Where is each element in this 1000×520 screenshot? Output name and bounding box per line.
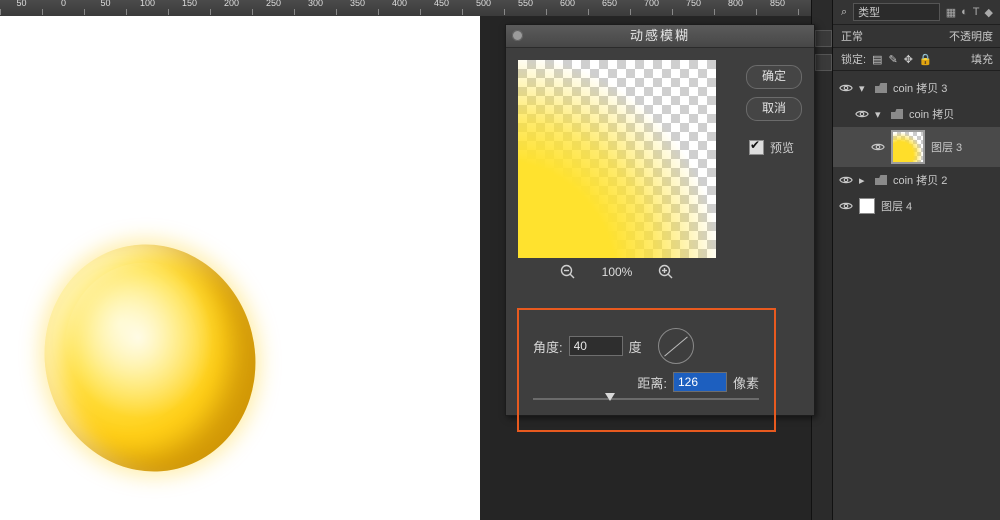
disclosure-triangle-icon[interactable]: ▸ [859,174,869,187]
effect-preview[interactable] [518,60,716,258]
layer-name[interactable]: 图层 4 [881,198,912,214]
layer-filter-bar: ⌕ 类型 ▦ ◐ T ◆ [833,0,1000,25]
ruler-tick: 700 [630,9,672,15]
ruler-tick: 800 [714,9,756,15]
preview-label: 预览 [770,139,794,156]
dialog-titlebar[interactable]: 动感模糊 [506,25,814,48]
ruler-tick: 850 [756,9,798,15]
layer-name[interactable]: 图层 3 [931,139,962,155]
filter-text-icon[interactable]: T [973,6,980,19]
blend-row: 正常 不透明度 [833,25,1000,48]
layer-row[interactable]: ▾ coin 拷贝 3 [833,75,1000,101]
distance-slider[interactable] [533,398,759,400]
kind-selector-label: 类型 [858,4,880,20]
lock-row: 锁定: ▤ ✎ ✥ 🔒 填充 [833,48,1000,71]
ruler-tick: 300 [294,9,336,15]
zoom-level: 100% [602,265,633,279]
slider-knob[interactable] [605,393,615,401]
visibility-eye-icon[interactable] [871,140,885,154]
angle-label: 角度: [533,337,563,356]
cancel-button[interactable]: 取消 [746,97,802,121]
angle-unit: 度 [629,337,642,356]
folder-icon [891,109,903,119]
ruler-tick: 500 [462,9,504,15]
collapsed-panel-icon[interactable] [815,30,832,47]
layer-thumbnail[interactable] [859,198,875,214]
layer-thumbnail[interactable] [891,130,925,164]
layer-name[interactable]: coin 拷贝 [909,106,954,122]
folder-icon [875,175,887,185]
document-canvas[interactable] [0,16,480,520]
lock-label: 锁定: [841,51,866,67]
layer-row[interactable]: ▾ coin 拷贝 [833,101,1000,127]
layer-row[interactable]: 图层 4 [833,193,1000,219]
folder-icon [875,83,887,93]
zoom-in-icon[interactable] [658,264,674,280]
opacity-label[interactable]: 不透明度 [949,28,993,44]
ruler-tick: 150 [168,9,210,15]
preview-checkbox-row[interactable]: 预览 [749,139,794,156]
preview-checkbox[interactable] [749,140,764,155]
disclosure-triangle-icon[interactable]: ▾ [875,108,885,121]
lock-brush-icon[interactable]: ✎ [888,53,897,66]
visibility-eye-icon[interactable] [839,173,853,187]
fill-label[interactable]: 填充 [971,51,993,67]
collapsed-panel-icon[interactable] [815,54,832,71]
ruler-tick: 0 [42,9,84,15]
zoom-out-icon[interactable] [560,264,576,280]
kind-selector[interactable]: 类型 [853,3,940,21]
ruler-tick: 450 [420,9,462,15]
filter-shape-icon[interactable]: ◆ [985,6,993,19]
ruler-tick: 250 [252,9,294,15]
ruler-tick: 350 [336,9,378,15]
layer-row[interactable]: ▸ coin 拷贝 2 [833,167,1000,193]
horizontal-ruler: 5005010015020025030035040045050055060065… [0,0,832,17]
distance-input[interactable] [673,372,727,392]
ruler-tick: 400 [378,9,420,15]
lock-pixels-icon[interactable]: ▤ [872,53,882,66]
visibility-eye-icon[interactable] [855,107,869,121]
ruler-tick: 200 [210,9,252,15]
preview-yellow-blur [518,60,716,258]
blur-parameters-highlight: 角度: 度 距离: 像素 [517,308,776,432]
visibility-eye-icon[interactable] [839,199,853,213]
filter-adjust-icon[interactable]: ◐ [961,6,968,19]
search-icon[interactable]: ⌕ [841,6,847,19]
ruler-tick: 100 [126,9,168,15]
layer-row[interactable]: 图层 3 [833,127,1000,167]
window-close-icon[interactable] [512,30,523,41]
ruler-tick: 600 [546,9,588,15]
ruler-tick: 50 [0,9,42,15]
distance-label: 距离: [637,373,667,392]
ruler-tick: 650 [588,9,630,15]
ruler-tick: 550 [504,9,546,15]
angle-input[interactable] [569,336,623,356]
visibility-eye-icon[interactable] [839,81,853,95]
lock-all-icon[interactable]: 🔒 [919,53,933,66]
filter-pixel-icon[interactable]: ▦ [946,6,956,19]
disclosure-triangle-icon[interactable]: ▾ [859,82,869,95]
ruler-tick: 750 [672,9,714,15]
ok-button[interactable]: 确定 [746,65,802,89]
distance-unit: 像素 [733,373,759,392]
layers-list: ▾ coin 拷贝 3 ▾ coin 拷贝图层 3 ▸ coin 拷贝 2 图层 4 [833,71,1000,219]
ruler-tick: 50 [84,9,126,15]
right-panels: ⌕ 类型 ▦ ◐ T ◆ 正常 不透明度 锁定: ▤ ✎ ✥ 🔒 填充 ▾ coi… [832,0,1000,520]
layer-name[interactable]: coin 拷贝 2 [893,172,947,188]
blend-mode[interactable]: 正常 [841,28,863,44]
dialog-title: 动感模糊 [630,28,690,43]
layer-name[interactable]: coin 拷贝 3 [893,80,947,96]
motion-blur-dialog: 动感模糊 确定 取消 预览 100% 角度: 度 距离: [505,24,815,416]
lock-move-icon[interactable]: ✥ [904,53,913,66]
angle-dial[interactable] [658,328,694,364]
